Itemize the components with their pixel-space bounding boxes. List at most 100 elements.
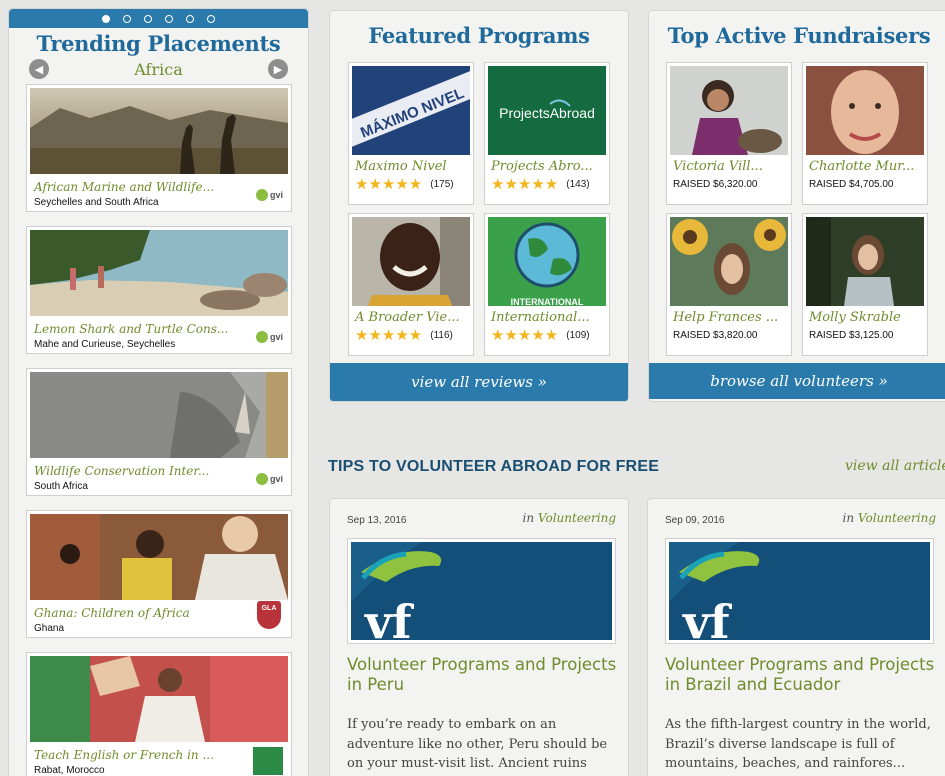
rating: ★★★★★ (143) — [488, 177, 606, 192]
region-selector: ◀ Africa ▶ — [9, 59, 308, 79]
amount-raised: RAISED $3,820.00 — [673, 330, 758, 341]
featured-programs-panel: Featured Programs MÁXIMO NIVEL Maximo Ni… — [329, 10, 629, 402]
svg-text:INTERNATIONAL: INTERNATIONAL — [511, 297, 584, 306]
organization-logo — [253, 747, 283, 775]
volunteer-photo — [670, 66, 788, 155]
fundraiser-tile[interactable]: Charlotte Mur... RAISED $4,705.00 — [802, 62, 928, 205]
carousel-dot-6[interactable] — [207, 14, 215, 23]
placement-card[interactable]: Teach English or French in ... Rabat, Mo… — [26, 652, 292, 776]
placement-card[interactable]: Wildlife Conservation Inter... South Afr… — [26, 368, 292, 496]
article-image[interactable]: vf — [347, 538, 616, 649]
article-card[interactable]: Sep 13, 2016 in Volunteering vf Voluntee… — [329, 498, 629, 776]
article-excerpt: If you’re ready to embark on an adventur… — [347, 717, 608, 776]
placement-location: Mahe and Curieuse, Seychelles — [34, 339, 176, 350]
review-count: (175) — [430, 179, 454, 190]
rhino-photo — [30, 372, 288, 458]
carousel-dot-2[interactable] — [123, 14, 131, 23]
fundraiser-tile[interactable]: Help Frances ... RAISED $3,820.00 — [666, 213, 792, 356]
program-tile[interactable]: INTERNATIONAL International... ★★★★★ (10… — [484, 213, 610, 356]
program-tile[interactable]: ProjectsAbroad Projects Abro... ★★★★★ (1… — [484, 62, 610, 205]
carousel-dots — [9, 9, 308, 28]
maximo-nivel-logo: MÁXIMO NIVEL — [352, 66, 470, 155]
placement-card[interactable]: Lemon Shark and Turtle Cons... Mahe and … — [26, 226, 292, 354]
volunteer-photo — [806, 66, 924, 155]
view-all-reviews-link[interactable]: view all reviews » — [330, 363, 628, 401]
star-icon: ★★★★★ — [491, 326, 559, 344]
rating: ★★★★★ (175) — [352, 177, 470, 192]
rating: ★★★★★ (109) — [488, 328, 606, 343]
article-image[interactable]: vf — [665, 538, 934, 649]
smiling-child-photo — [352, 217, 470, 306]
carousel-dot-5[interactable] — [186, 14, 194, 23]
program-tile[interactable]: MÁXIMO NIVEL Maximo Nivel ★★★★★ (175) — [348, 62, 474, 205]
carousel-dot-4[interactable] — [165, 14, 173, 23]
volunteer-photo — [670, 217, 788, 306]
star-icon: ★★★★★ — [491, 175, 559, 193]
svg-text:ProjectsAbroad: ProjectsAbroad — [499, 105, 595, 121]
gvi-logo: gvi — [255, 331, 283, 343]
placement-card[interactable]: African Marine and Wildlife... Seychelle… — [26, 84, 292, 212]
amount-raised: RAISED $3,125.00 — [809, 330, 894, 341]
placement-title[interactable]: Lemon Shark and Turtle Cons... — [30, 322, 288, 336]
fundraiser-name[interactable]: Charlotte Mur... — [806, 159, 924, 174]
category-link[interactable]: Volunteering — [858, 511, 936, 525]
vf-logo: vf — [351, 542, 612, 649]
gla-logo: GLA — [257, 601, 281, 629]
fundraiser-tile[interactable]: Molly Skrable RAISED $3,125.00 — [802, 213, 928, 356]
browse-all-volunteers-link[interactable]: browse all volunteers » — [649, 363, 945, 399]
placement-card[interactable]: Ghana: Children of Africa Ghana GLA — [26, 510, 292, 638]
top-fundraisers-title: Top Active Fundraisers — [667, 23, 931, 48]
placement-location: Rabat, Morocco — [34, 765, 105, 776]
gvi-logo: gvi — [255, 473, 283, 485]
globe-logo: INTERNATIONAL — [488, 217, 606, 306]
fundraiser-tile[interactable]: Victoria Vill... RAISED $6,320.00 — [666, 62, 792, 205]
star-icon: ★★★★★ — [355, 326, 423, 344]
rating: ★★★★★ (116) — [352, 328, 470, 343]
beach-photo — [30, 230, 288, 316]
savanna-giraffes-photo — [30, 88, 288, 174]
volunteer-photo — [806, 217, 924, 306]
gvi-logo: gvi — [255, 189, 283, 201]
fundraiser-name[interactable]: Help Frances ... — [670, 310, 788, 325]
article-date: Sep 09, 2016 — [665, 515, 725, 526]
article-title[interactable]: Volunteer Programs and Projects in Peru — [347, 655, 617, 695]
article-category: in Volunteering — [522, 511, 617, 525]
program-name[interactable]: Maximo Nivel — [352, 159, 470, 174]
placement-title[interactable]: African Marine and Wildlife... — [30, 180, 288, 194]
program-name[interactable]: A Broader Vie... — [352, 310, 470, 325]
top-fundraisers-panel: Top Active Fundraisers Victoria Vill... … — [648, 10, 945, 402]
article-title[interactable]: Volunteer Programs and Projects in Brazi… — [665, 655, 935, 695]
projects-abroad-logo: ProjectsAbroad — [488, 66, 606, 155]
amount-raised: RAISED $6,320.00 — [673, 179, 758, 190]
chevron-left-icon[interactable]: ◀ — [29, 59, 49, 79]
program-tile[interactable]: A Broader Vie... ★★★★★ (116) — [348, 213, 474, 356]
program-name[interactable]: International... — [488, 310, 606, 325]
carousel-dot-3[interactable] — [144, 14, 152, 23]
article-date: Sep 13, 2016 — [347, 515, 407, 526]
review-count: (116) — [430, 330, 453, 341]
star-icon: ★★★★★ — [355, 175, 423, 193]
trending-title: Trending Placements — [36, 31, 281, 56]
placement-title[interactable]: Ghana: Children of Africa — [30, 606, 288, 620]
svg-text:vf: vf — [364, 595, 415, 640]
carousel-dot-1[interactable] — [102, 14, 110, 23]
category-link[interactable]: Volunteering — [538, 511, 616, 525]
placement-location: South Africa — [34, 481, 88, 492]
trending-placements-panel: Trending Placements ◀ Africa ▶ African M… — [8, 8, 309, 776]
review-count: (109) — [566, 330, 590, 341]
article-card[interactable]: Sep 09, 2016 in Volunteering vf Voluntee… — [647, 498, 945, 776]
tips-section-heading: TIPS TO VOLUNTEER ABROAD FOR FREE — [328, 458, 660, 475]
placement-title[interactable]: Wildlife Conservation Inter... — [30, 464, 288, 478]
placement-location: Ghana — [34, 623, 65, 634]
program-name[interactable]: Projects Abro... — [488, 159, 606, 174]
chevron-right-icon[interactable]: ▶ — [268, 59, 288, 79]
svg-text:vf: vf — [682, 595, 733, 640]
article-excerpt: As the fifth-largest country in the worl… — [665, 717, 931, 771]
review-count: (143) — [566, 179, 590, 190]
fundraiser-name[interactable]: Victoria Vill... — [670, 159, 788, 174]
fundraiser-name[interactable]: Molly Skrable — [806, 310, 924, 325]
painting-wall-photo — [30, 656, 288, 742]
view-all-articles-link[interactable]: view all articles — [845, 458, 945, 474]
placement-title[interactable]: Teach English or French in ... — [30, 748, 288, 762]
featured-programs-title: Featured Programs — [368, 23, 590, 48]
